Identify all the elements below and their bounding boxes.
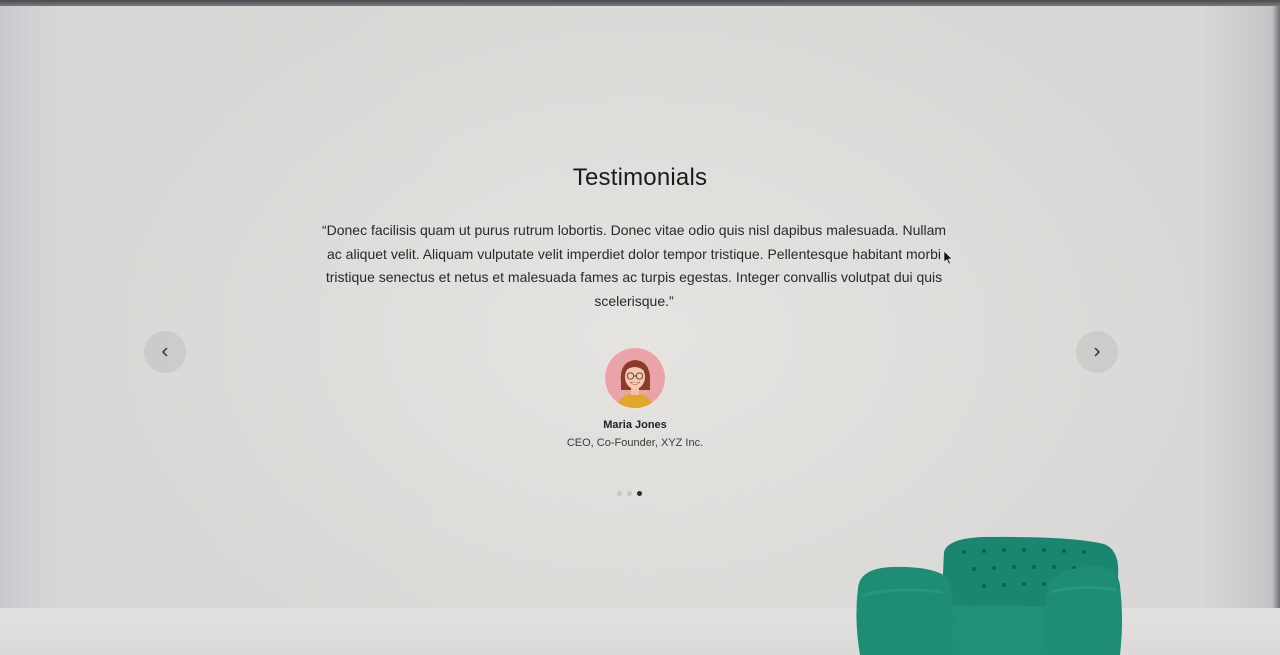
carousel-pagination [617,491,642,496]
author-role: CEO, Co-Founder, XYZ Inc. [566,437,704,449]
mouse-cursor-icon [943,250,953,265]
chevron-right-icon [1094,347,1100,357]
testimonials-section: Testimonials “Donec facilisis quam ut pu… [0,6,1280,655]
section-title: Testimonials [572,164,708,191]
pagination-dot-2[interactable] [627,491,632,496]
testimonial-quote: “Donec facilisis quam ut purus rutrum lo… [321,222,947,309]
pagination-dot-3[interactable] [637,491,642,496]
chevron-left-icon [162,347,168,357]
previous-slide-button[interactable] [144,331,186,373]
next-slide-button[interactable] [1076,331,1118,373]
avatar [604,347,666,409]
pagination-dot-1[interactable] [617,491,622,496]
armchair-image [856,536,1122,655]
author-name: Maria Jones [603,419,667,431]
